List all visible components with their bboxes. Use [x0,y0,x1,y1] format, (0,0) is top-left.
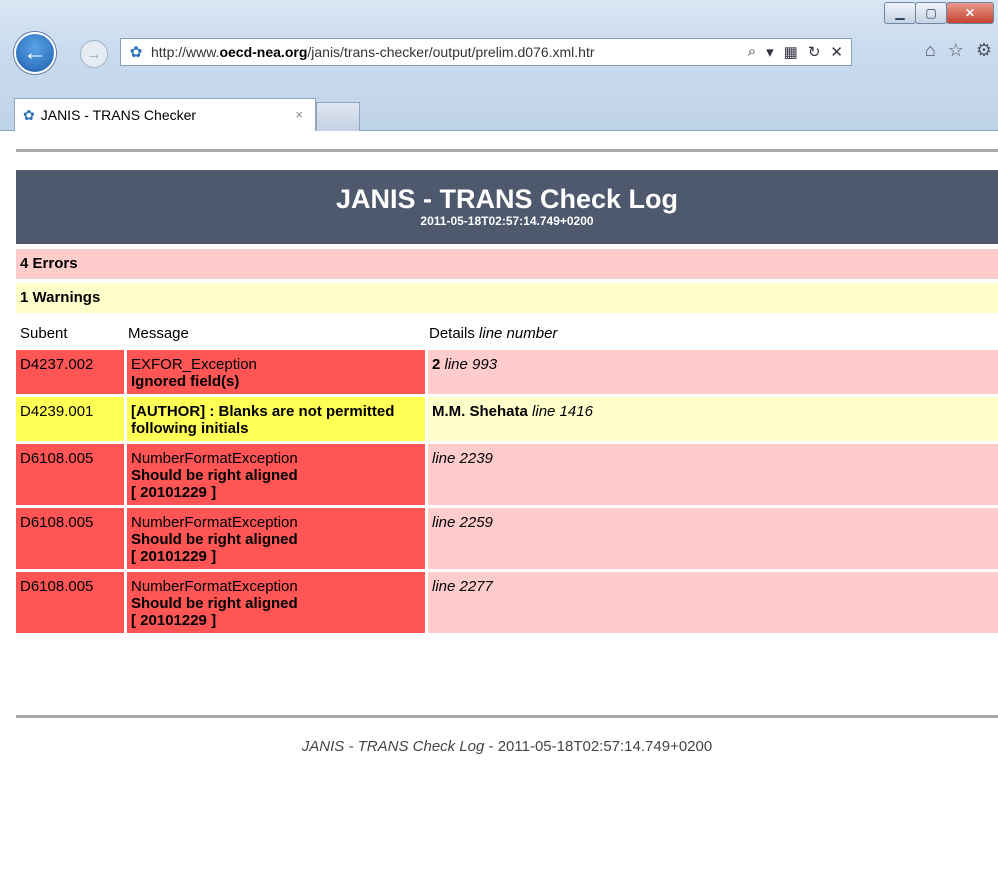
bottom-divider [16,715,998,718]
forward-button[interactable]: → [80,40,108,68]
row-subent: D6108.005 [16,572,124,633]
row-message: EXFOR_Exception Ignored field(s) [124,350,425,394]
log-timestamp: 2011-05-18T02:57:14.749+0200 [420,214,594,228]
arrow-left-icon: ← [23,39,47,66]
row-message: NumberFormatException Should be right al… [124,444,425,505]
compatibility-view-icon[interactable]: ▦ [784,43,798,61]
browser-chrome: ▁ ▢ ✕ ← → ✿ http://www.oecd-nea.org/jani… [0,0,998,131]
site-favicon-icon: ✿ [23,106,35,123]
new-tab-button[interactable] [316,102,360,131]
page-footer: JANIS - TRANS Check Log - 2011-05-18T02:… [301,738,713,755]
tab-janis-trans-checker[interactable]: ✿ JANIS - TRANS Checker × [14,98,316,131]
top-divider [16,149,998,152]
column-header-details: Details line number [429,325,558,342]
stop-icon[interactable]: ✕ [830,43,843,61]
row-details: line 2239 [425,444,998,505]
table-row: D4239.001 [AUTHOR] : Blanks are not perm… [16,397,998,441]
table-row: D6108.005 NumberFormatException Should b… [16,508,998,569]
refresh-icon[interactable]: ↻ [808,43,821,61]
log-banner: JANIS - TRANS Check Log 2011-05-18T02:57… [16,170,998,244]
check-log-table: Subent Message Details line number D4237… [16,317,998,636]
table-row: D6108.005 NumberFormatException Should b… [16,444,998,505]
site-favicon-icon: ✿ [129,44,143,61]
page-title: JANIS - TRANS Check Log [335,184,679,214]
table-row: D6108.005 NumberFormatException Should b… [16,572,998,633]
address-url[interactable]: http://www.oecd-nea.org/janis/trans-chec… [151,44,740,60]
row-details: line 2259 [425,508,998,569]
table-row: D4237.002 EXFOR_Exception Ignored field(… [16,350,998,394]
column-header-message: Message [128,325,189,342]
address-tools: ⌕ ▾ ▦ ↻ ✕ [740,43,851,61]
table-header-row: Subent Message Details line number [16,320,998,347]
column-header-subent: Subent [20,325,68,342]
warnings-summary: 1 Warnings [16,283,998,313]
tab-close-button[interactable]: × [295,107,303,122]
arrow-right-icon: → [86,45,102,63]
window-controls: ▁ ▢ ✕ [884,2,994,24]
row-message: NumberFormatException Should be right al… [124,572,425,633]
maximize-button[interactable]: ▢ [915,2,947,24]
row-subent: D4237.002 [16,350,124,394]
row-details: line 2277 [425,572,998,633]
search-icon[interactable]: ⌕ [748,43,756,61]
navigation-bar: ← → ✿ http://www.oecd-nea.org/janis/tran… [0,30,998,74]
tab-title: JANIS - TRANS Checker [40,107,197,123]
address-bar[interactable]: ✿ http://www.oecd-nea.org/janis/trans-ch… [120,38,852,66]
close-window-button[interactable]: ✕ [946,2,994,24]
row-subent: D4239.001 [16,397,124,441]
row-message: [AUTHOR] : Blanks are not permitted foll… [124,397,425,441]
row-subent: D6108.005 [16,444,124,505]
footer-title: JANIS - TRANS Check Log [301,738,485,755]
page-content: JANIS - TRANS Check Log 2011-05-18T02:57… [16,131,998,894]
favorites-star-icon[interactable]: ☆ [948,40,964,61]
row-subent: D6108.005 [16,508,124,569]
dropdown-icon[interactable]: ▾ [766,43,774,61]
minimize-button[interactable]: ▁ [884,2,916,24]
row-details: 2 line 993 [425,350,998,394]
settings-gear-icon[interactable]: ⚙ [976,40,992,61]
toolbar-icons: ⌂ ☆ ⚙ [925,40,992,61]
tab-strip: ✿ JANIS - TRANS Checker × [0,98,998,131]
errors-summary: 4 Errors [16,249,998,279]
home-icon[interactable]: ⌂ [925,40,936,61]
back-button[interactable]: ← [14,32,56,74]
row-message: NumberFormatException Should be right al… [124,508,425,569]
footer-timestamp: 2011-05-18T02:57:14.749+0200 [497,738,713,755]
row-details: M.M. Shehata line 1416 [425,397,998,441]
